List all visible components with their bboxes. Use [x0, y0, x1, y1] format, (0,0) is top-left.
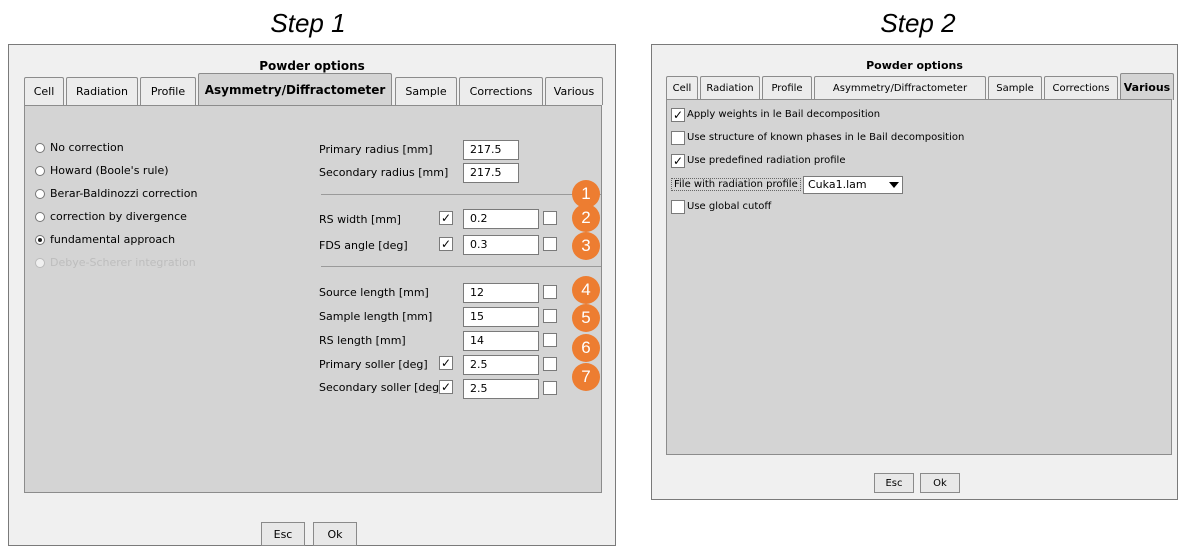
tab-sample[interactable]: Sample — [395, 77, 457, 105]
step1-dialog: Powder options Cell Radiation Profile As… — [8, 44, 616, 546]
fds-angle-input[interactable]: 0.3 — [463, 235, 539, 255]
rs-length-input[interactable]: 14 — [463, 331, 539, 351]
ok-button[interactable]: Ok — [920, 473, 960, 493]
rs-width-flag-checkbox[interactable] — [543, 211, 557, 225]
step2-heading: Step 2 — [880, 8, 956, 38]
fds-angle-refine-checkbox[interactable]: ✓ — [439, 237, 453, 251]
use-global-cutoff-checkbox[interactable] — [671, 200, 685, 214]
tab-asymmetry-diffractometer[interactable]: Asymmetry/Diffractometer — [198, 73, 392, 106]
tab-cell[interactable]: Cell — [666, 76, 698, 99]
tab-radiation[interactable]: Radiation — [66, 77, 138, 105]
sample-length-input[interactable]: 15 — [463, 307, 539, 327]
secondary-soller-refine-checkbox[interactable]: ✓ — [439, 380, 453, 394]
apply-weights-checkbox[interactable]: ✓ — [671, 108, 685, 122]
use-global-cutoff-label: Use global cutoff — [687, 201, 772, 212]
callout-badge-4: 4 — [572, 276, 600, 304]
rs-width-input[interactable]: 0.2 — [463, 209, 539, 229]
chevron-down-icon — [889, 182, 899, 188]
source-length-label: Source length [mm] — [319, 286, 429, 299]
primary-soller-refine-checkbox[interactable]: ✓ — [439, 356, 453, 370]
callout-badge-3: 3 — [572, 232, 600, 260]
radiation-profile-file-label: File with radiation profile — [671, 178, 801, 191]
secondary-radius-input[interactable]: 217.5 — [463, 163, 519, 183]
step1-heading: Step 1 — [270, 8, 346, 38]
source-length-flag-checkbox[interactable] — [543, 285, 557, 299]
primary-radius-input[interactable]: 217.5 — [463, 140, 519, 160]
callout-badge-6: 6 — [572, 334, 600, 362]
secondary-soller-flag-checkbox[interactable] — [543, 381, 557, 395]
esc-button[interactable]: Esc — [261, 522, 305, 546]
dialog-title: Powder options — [866, 59, 963, 72]
use-predefined-profile-label: Use predefined radiation profile — [687, 155, 846, 166]
tab-corrections[interactable]: Corrections — [1044, 76, 1118, 99]
step2-dialog: Powder options Cell Radiation Profile As… — [651, 44, 1178, 500]
ok-button[interactable]: Ok — [313, 522, 357, 546]
rs-length-flag-checkbox[interactable] — [543, 333, 557, 347]
separator-2 — [321, 266, 601, 267]
radio-label-fundamental-approach: fundamental approach — [50, 233, 176, 246]
rs-length-label: RS length [mm] — [319, 334, 406, 347]
use-structure-checkbox[interactable] — [671, 131, 685, 145]
callout-badge-2: 2 — [572, 204, 600, 232]
callout-badge-5: 5 — [572, 304, 600, 332]
radio-no-correction[interactable] — [35, 143, 45, 153]
radiation-profile-file-select[interactable]: Cuka1.lam — [803, 176, 903, 194]
dialog-title: Powder options — [259, 59, 365, 73]
radio-label-no-correction: No correction — [50, 141, 124, 154]
radio-fundamental-approach[interactable] — [35, 235, 45, 245]
tab-radiation[interactable]: Radiation — [700, 76, 760, 99]
radio-label-howard: Howard (Boole's rule) — [50, 164, 169, 177]
separator-1 — [321, 194, 601, 195]
primary-soller-flag-checkbox[interactable] — [543, 357, 557, 371]
apply-weights-label: Apply weights in le Bail decomposition — [687, 109, 881, 120]
sample-length-label: Sample length [mm] — [319, 310, 433, 323]
radio-label-berar-baldinozzi: Berar-Baldinozzi correction — [50, 187, 198, 200]
tab-profile[interactable]: Profile — [762, 76, 812, 99]
radio-label-divergence: correction by divergence — [50, 210, 187, 223]
esc-button[interactable]: Esc — [874, 473, 914, 493]
fds-angle-label: FDS angle [deg] — [319, 239, 408, 252]
tab-sample[interactable]: Sample — [988, 76, 1042, 99]
tab-profile[interactable]: Profile — [140, 77, 196, 105]
rs-width-refine-checkbox[interactable]: ✓ — [439, 211, 453, 225]
tab-corrections[interactable]: Corrections — [459, 77, 543, 105]
radio-debye-scherer — [35, 258, 45, 268]
fds-angle-flag-checkbox[interactable] — [543, 237, 557, 251]
tab-cell[interactable]: Cell — [24, 77, 64, 105]
radiation-profile-file-value: Cuka1.lam — [808, 178, 867, 191]
radio-divergence[interactable] — [35, 212, 45, 222]
tab-panel: No correction Howard (Boole's rule) Bera… — [24, 105, 602, 493]
secondary-soller-input[interactable]: 2.5 — [463, 379, 539, 399]
primary-radius-label: Primary radius [mm] — [319, 143, 433, 156]
radio-berar-baldinozzi[interactable] — [35, 189, 45, 199]
secondary-soller-label: Secondary soller [deg] — [319, 381, 444, 394]
source-length-input[interactable]: 12 — [463, 283, 539, 303]
radio-howard[interactable] — [35, 166, 45, 176]
use-predefined-profile-checkbox[interactable]: ✓ — [671, 154, 685, 168]
sample-length-flag-checkbox[interactable] — [543, 309, 557, 323]
tab-various[interactable]: Various — [545, 77, 603, 105]
primary-soller-label: Primary soller [deg] — [319, 358, 428, 371]
tab-various[interactable]: Various — [1120, 73, 1174, 100]
radio-label-debye-scherer: Debye-Scherer integration — [50, 256, 196, 269]
tab-asymmetry-diffractometer[interactable]: Asymmetry/Diffractometer — [814, 76, 986, 99]
tab-panel: ✓ Apply weights in le Bail decomposition… — [666, 99, 1172, 455]
callout-badge-7: 7 — [572, 363, 600, 391]
rs-width-label: RS width [mm] — [319, 213, 401, 226]
use-structure-label: Use structure of known phases in le Bail… — [687, 132, 965, 143]
secondary-radius-label: Secondary radius [mm] — [319, 166, 449, 179]
primary-soller-input[interactable]: 2.5 — [463, 355, 539, 375]
